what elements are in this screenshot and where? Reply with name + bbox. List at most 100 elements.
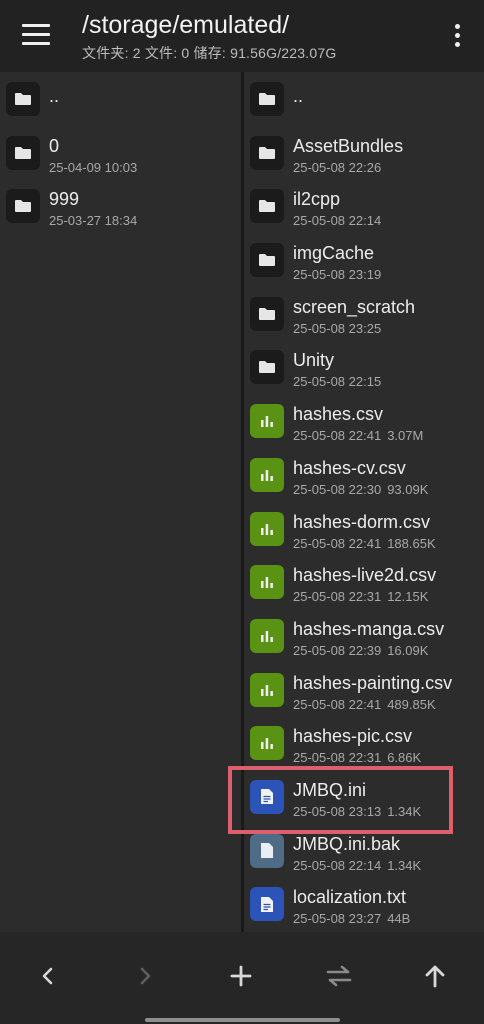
chart-file-icon [250,457,284,492]
file-date: 25-05-08 23:25 [293,320,382,336]
current-path: /storage/emulated/ [82,11,290,39]
file-date: 25-04-09 10:03 [49,159,138,175]
file-list-item[interactable]: AssetBundles 25-05-08 22:26 [244,126,484,180]
file-meta: 25-05-08 23:25 [293,321,381,336]
file-name: 0 [49,135,60,156]
back-icon[interactable] [26,954,70,998]
file-date: 25-05-08 22:41 [293,428,382,444]
file-date: 25-05-08 22:15 [293,374,382,390]
more-options-icon[interactable] [454,24,462,48]
file-date: 25-05-08 22:41 [293,535,382,551]
file-size: 3.07M [387,428,424,444]
file-list-item[interactable]: hashes-pic.csv 25-05-08 22:31 6.86K [244,716,484,770]
file-name: il2cpp [293,189,341,210]
folder-icon [250,243,284,278]
file-meta: 25-05-08 23:27 44B [293,911,410,926]
file-name: hashes-live2d.csv [293,565,437,586]
file-date: 25-05-08 22:26 [293,159,382,175]
file-name: hashes-dorm.csv [293,511,431,532]
folder-icon [6,135,40,170]
file-meta: 25-05-08 22:31 12.15K [293,589,428,604]
file-date: 25-05-08 23:19 [293,267,382,283]
file-list-item[interactable]: hashes-dorm.csv 25-05-08 22:41 188.65K [244,502,484,556]
file-list-item[interactable]: hashes-live2d.csv 25-05-08 22:31 12.15K [244,555,484,609]
home-indicator[interactable] [145,1018,340,1022]
file-name: JMBQ.ini [293,779,367,800]
file-size: 44B [387,911,411,927]
folder-icon [6,189,40,224]
file-list-item[interactable]: 999 25-03-27 18:34 [0,179,241,233]
file-name: Unity [293,350,335,371]
chart-file-icon [250,511,284,546]
folder-icon [250,82,284,116]
chart-file-icon [250,565,284,600]
file-list-item[interactable]: JMBQ.ini 25-05-08 23:13 1.34K [244,770,484,824]
file-meta: 25-05-08 23:13 1.34K [293,804,421,819]
file-list-item[interactable]: JMBQ.ini.bak 25-05-08 22:14 1.34K [244,824,484,878]
file-list-item[interactable]: imgCache 25-05-08 23:19 [244,233,484,287]
chart-file-icon [250,726,284,761]
file-name: screen_scratch [293,296,416,317]
file-list-item[interactable]: hashes-painting.csv 25-05-08 22:41 489.85K [244,663,484,717]
file-meta: 25-05-08 22:41 188.65K [293,536,436,551]
menu-icon[interactable] [22,24,50,46]
file-size: 188.65K [387,535,436,551]
file-date: 25-03-27 18:34 [49,213,138,229]
file-date: 25-05-08 22:41 [293,696,382,712]
file-meta: 25-05-08 22:31 6.86K [293,750,421,765]
file-name: hashes-manga.csv [293,618,445,639]
file-meta: 25-05-08 22:15 [293,374,381,389]
chart-file-icon [250,672,284,707]
file-size: 489.85K [387,696,436,712]
file-date: 25-05-08 22:30 [293,481,382,497]
file-list-item[interactable]: localization.txt 25-05-08 23:27 44B [244,877,484,931]
file-size: 93.09K [387,481,429,497]
swap-icon[interactable] [317,954,361,998]
add-icon[interactable] [219,954,263,998]
file-date: 25-05-08 22:31 [293,750,382,766]
file-list-item[interactable]: hashes.csv 25-05-08 22:41 3.07M [244,394,484,448]
document-icon [250,887,284,922]
file-date: 25-05-08 22:39 [293,642,382,658]
file-list-item[interactable]: .. [244,72,484,126]
file-name: .. [293,86,304,106]
file-size: 12.15K [387,589,429,605]
file-meta: 25-03-27 18:34 [49,213,137,228]
file-list-item[interactable]: 0 25-04-09 10:03 [0,126,241,180]
file-list-item[interactable]: hashes-manga.csv 25-05-08 22:39 16.09K [244,609,484,663]
chart-file-icon [250,404,284,439]
file-name: JMBQ.ini.bak [293,833,401,854]
folder-icon [250,189,284,224]
file-meta: 25-05-08 23:19 [293,267,381,282]
file-name: hashes-painting.csv [293,672,453,693]
file-name: hashes-pic.csv [293,726,413,747]
folder-icon [6,82,40,116]
file-list-item[interactable]: .. [0,72,241,126]
file-meta: 25-05-08 22:14 1.34K [293,858,421,873]
file-list-item[interactable]: screen_scratch 25-05-08 23:25 [244,287,484,341]
file-name: .. [49,86,60,106]
document-icon [250,779,284,814]
top-bar: /storage/emulated/ 文件夹: 2 文件: 0 储存: 91.5… [0,0,484,72]
file-meta: 25-05-08 22:41 489.85K [293,697,436,712]
file-date: 25-05-08 22:31 [293,589,382,605]
file-list-item[interactable]: hashes-cv.csv 25-05-08 22:30 93.09K [244,448,484,502]
file-name: hashes-cv.csv [293,457,406,478]
file-size: 1.34K [387,803,422,819]
file-list-item[interactable]: Unity 25-05-08 22:15 [244,340,484,394]
file-name: imgCache [293,243,375,264]
storage-summary: 文件夹: 2 文件: 0 储存: 91.56G/223.07G [82,45,337,61]
file-meta: 25-05-08 22:14 [293,213,381,228]
file-meta: 25-05-08 22:30 93.09K [293,482,428,497]
file-size: 16.09K [387,642,429,658]
file-list-item[interactable]: il2cpp 25-05-08 22:14 [244,179,484,233]
file-meta: 25-04-09 10:03 [49,160,137,175]
file-meta: 25-05-08 22:39 16.09K [293,643,428,658]
forward-icon[interactable] [123,954,167,998]
bottom-toolbar [0,932,484,1024]
file-name: 999 [49,189,80,210]
up-icon[interactable] [413,954,457,998]
file-meta: 25-05-08 22:41 3.07M [293,428,423,443]
file-name: AssetBundles [293,135,404,156]
file-size: 1.34K [387,857,422,873]
